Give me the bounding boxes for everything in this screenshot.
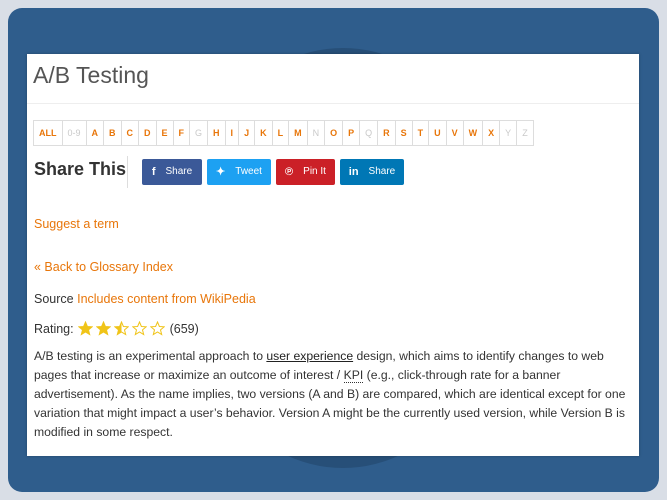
rating-count: (659) xyxy=(169,321,199,336)
alphabet-letter-c[interactable]: C xyxy=(120,120,140,146)
alphabet-letter-p[interactable]: P xyxy=(342,120,361,146)
alphabet-letter-l[interactable]: L xyxy=(271,120,290,146)
alphabet-letter-t[interactable]: T xyxy=(411,120,430,146)
alphabet-letter-q: Q xyxy=(359,120,379,146)
linkedin-share-button[interactable]: in Share xyxy=(340,159,404,185)
kpi-tooltip-link[interactable]: KPI xyxy=(343,368,364,383)
alphabet-letter-all[interactable]: ALL xyxy=(33,120,63,146)
definition-part-1: A/B testing is an experimental approach … xyxy=(34,349,267,363)
alphabet-letter-e[interactable]: E xyxy=(155,120,174,146)
page-title: A/B Testing xyxy=(33,62,149,88)
alphabet-letter-v[interactable]: V xyxy=(445,120,464,146)
star-empty-icon[interactable] xyxy=(131,321,147,336)
twitter-tweet-button[interactable]: ✦ Tweet xyxy=(207,159,271,185)
user-experience-link[interactable]: user experience xyxy=(266,349,353,363)
alphabet-letter-z: Z xyxy=(516,120,534,146)
star-full-icon[interactable] xyxy=(95,321,111,336)
twitter-icon: ✦ xyxy=(216,166,226,178)
alphabet-letter-h[interactable]: H xyxy=(207,120,226,146)
alphabet-letter-o[interactable]: O xyxy=(324,120,344,146)
alphabet-letter-d[interactable]: D xyxy=(138,120,157,146)
alphabet-index: ALL 0-9 A B C D E F G H I J K L M N O P Q R S T U V W X Y Z xyxy=(33,120,534,146)
alphabet-letter-0-9: 0-9 xyxy=(61,120,87,146)
rating-stars[interactable] xyxy=(77,321,168,336)
alphabet-letter-w[interactable]: W xyxy=(462,120,484,146)
rating-label: Rating: xyxy=(34,321,74,336)
definition-text: A/B testing is an experimental approach … xyxy=(34,347,634,442)
alphabet-letter-j[interactable]: J xyxy=(238,120,256,146)
alphabet-letter-y: Y xyxy=(499,120,518,146)
source-link[interactable]: Includes content from WikiPedia xyxy=(77,292,256,306)
source-label: Source xyxy=(34,292,74,306)
facebook-share-label: Share xyxy=(165,166,193,177)
alphabet-letter-s[interactable]: S xyxy=(394,120,413,146)
star-half-icon[interactable] xyxy=(113,321,129,336)
alphabet-letter-n: N xyxy=(306,120,326,146)
alphabet-letter-m[interactable]: M xyxy=(288,120,308,146)
pinterest-icon: ℗ xyxy=(285,166,294,178)
alphabet-letter-k[interactable]: K xyxy=(254,120,273,146)
star-empty-icon[interactable] xyxy=(149,321,165,336)
twitter-tweet-label: Tweet xyxy=(235,166,262,177)
alphabet-letter-g: G xyxy=(189,120,209,146)
frame-panel: A/B Testing ALL 0-9 A B C D E F G H I J K L M N O P Q R S T U V… xyxy=(8,8,659,492)
rating-row: Rating: (659) xyxy=(34,321,199,336)
alphabet-letter-r[interactable]: R xyxy=(377,120,396,146)
alphabet-letter-a[interactable]: A xyxy=(85,120,105,146)
pinterest-pin-button[interactable]: ℗ Pin It xyxy=(276,159,335,185)
alphabet-letter-f[interactable]: F xyxy=(172,120,191,146)
linkedin-share-label: Share xyxy=(368,166,396,177)
background: A/B Testing ALL 0-9 A B C D E F G H I J K L M N O P Q R S T U V… xyxy=(0,0,667,500)
linkedin-icon: in xyxy=(348,166,359,178)
alphabet-letter-i[interactable]: I xyxy=(224,120,240,146)
star-full-icon[interactable] xyxy=(77,321,93,336)
pinterest-pin-label: Pin It xyxy=(303,166,326,177)
alphabet-letter-b[interactable]: B xyxy=(103,120,122,146)
alphabet-letter-x[interactable]: X xyxy=(482,120,501,146)
title-divider xyxy=(27,103,639,104)
back-to-glossary-link[interactable]: « Back to Glossary Index xyxy=(34,260,173,274)
source-line: Source Includes content from WikiPedia xyxy=(34,292,256,306)
alphabet-letter-u[interactable]: U xyxy=(428,120,447,146)
share-divider xyxy=(127,156,128,188)
facebook-icon: f xyxy=(151,166,156,178)
glossary-page: A/B Testing ALL 0-9 A B C D E F G H I J K L M N O P Q R S T U V… xyxy=(27,54,639,456)
facebook-share-button[interactable]: f Share xyxy=(142,159,202,185)
suggest-term-link[interactable]: Suggest a term xyxy=(34,217,119,231)
share-heading: Share This xyxy=(34,159,127,179)
